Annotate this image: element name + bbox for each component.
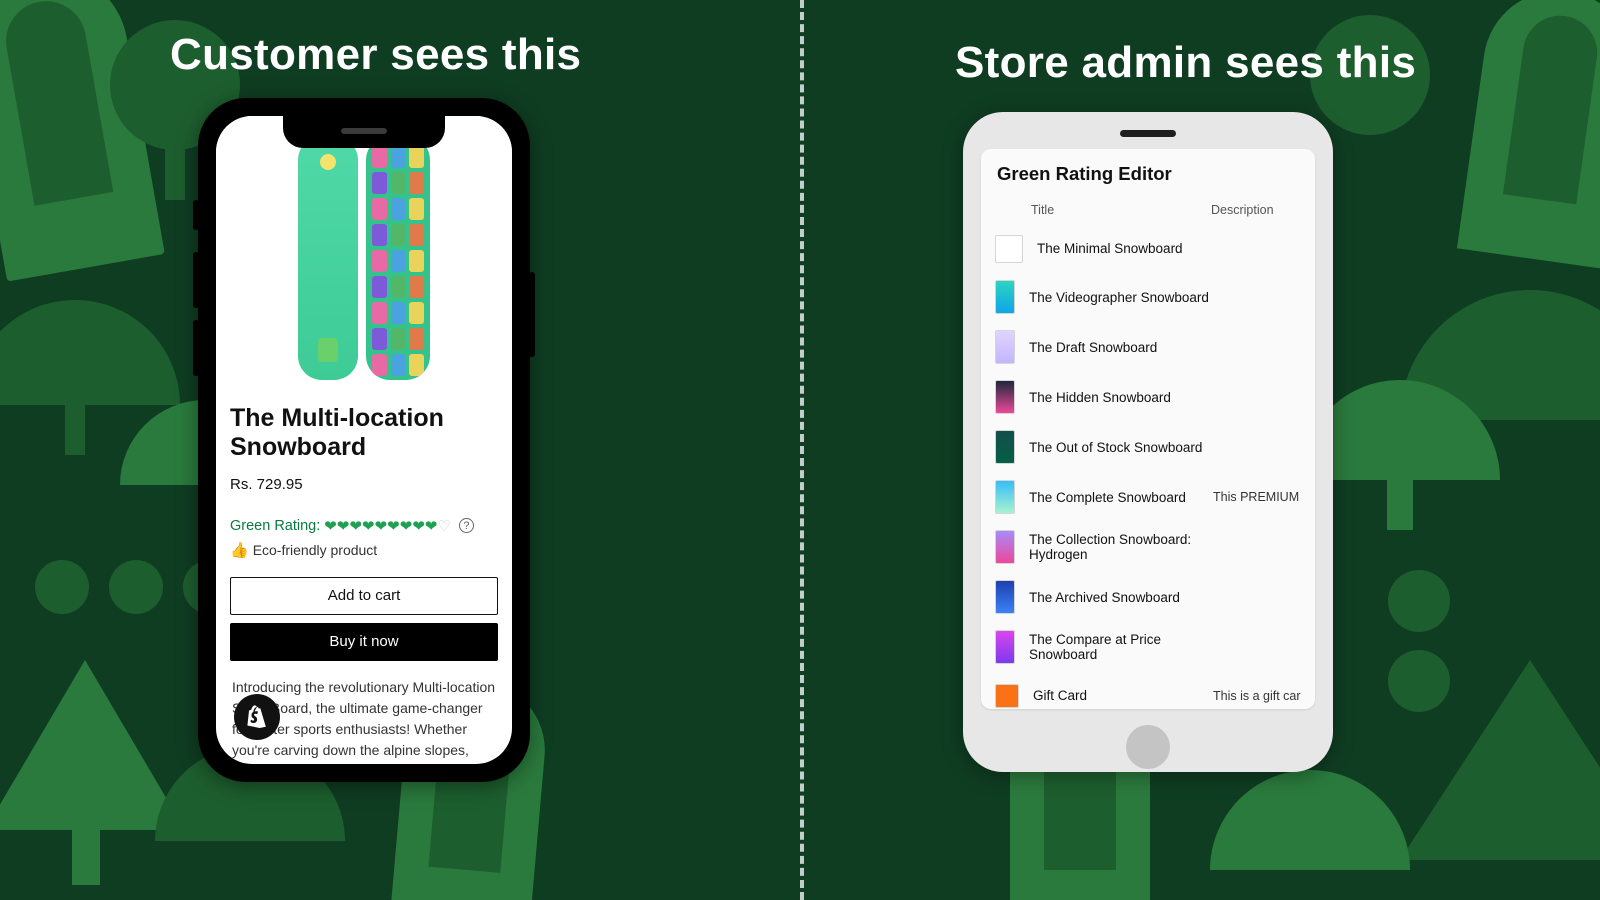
- row-title: Gift Card: [1033, 688, 1213, 703]
- product-thumbnail: [995, 380, 1015, 414]
- heart-filled-icon: ❤: [349, 518, 362, 535]
- heart-filled-icon: ❤: [387, 518, 400, 535]
- row-title: The Draft Snowboard: [1029, 340, 1213, 355]
- add-to-cart-button[interactable]: Add to cart: [230, 577, 498, 615]
- buy-now-button[interactable]: Buy it now: [230, 623, 498, 661]
- row-title: The Compare at Price Snowboard: [1029, 632, 1213, 662]
- table-row[interactable]: The Collection Snowboard: Hydrogen: [981, 522, 1315, 572]
- phone-mute-switch: [193, 200, 199, 230]
- vertical-divider: [800, 0, 804, 900]
- heart-filled-icon: ❤: [400, 518, 413, 535]
- heart-empty-icon: ♡: [437, 518, 450, 535]
- phone-home-button[interactable]: [1126, 725, 1170, 769]
- eco-friendly-badge: 👍 Eco-friendly product: [230, 541, 498, 559]
- col-description: Description: [1211, 203, 1299, 217]
- row-description: This is a gift card f: [1213, 689, 1301, 703]
- product-thumbnail: [995, 530, 1015, 564]
- heart-filled-icon: ❤: [425, 518, 438, 535]
- phone-volume-up: [193, 252, 199, 308]
- shopify-fab-button[interactable]: [234, 694, 280, 740]
- bg-tree: [1400, 660, 1600, 860]
- bg-fan: [0, 300, 180, 405]
- green-rating-row: Green Rating: ❤❤❤❤❤❤❤❤❤♡ ?: [230, 517, 498, 535]
- product-thumbnail: [995, 235, 1023, 263]
- phone-power-button: [529, 272, 535, 357]
- phone-volume-down: [193, 320, 199, 376]
- bg-fan: [1400, 290, 1600, 420]
- row-title: The Out of Stock Snowboard: [1029, 440, 1213, 455]
- bg-fan: [1210, 770, 1410, 870]
- admin-heading: Store admin sees this: [955, 38, 1416, 88]
- row-title: The Collection Snowboard: Hydrogen: [1029, 532, 1213, 562]
- table-row[interactable]: The Videographer Snowboard: [981, 272, 1315, 322]
- thumbs-up-icon: 👍: [230, 541, 249, 559]
- customer-heading: Customer sees this: [170, 30, 581, 80]
- row-description: This PREMIUM sno: [1213, 490, 1301, 504]
- phone-speaker: [1120, 130, 1176, 137]
- row-title: The Archived Snowboard: [1029, 590, 1213, 605]
- bg-leaf: [0, 0, 165, 282]
- row-title: The Videographer Snowboard: [1029, 290, 1213, 305]
- bg-tree: [0, 660, 185, 830]
- product-image-area[interactable]: [216, 116, 512, 390]
- bg-dots: [1388, 570, 1450, 712]
- table-row[interactable]: Gift CardThis is a gift card f: [981, 672, 1315, 709]
- rating-label: Green Rating:: [230, 518, 320, 534]
- heart-filled-icon: ❤: [375, 518, 388, 535]
- product-image-front: [298, 136, 358, 380]
- table-row[interactable]: The Complete SnowboardThis PREMIUM sno: [981, 472, 1315, 522]
- product-price: Rs. 729.95: [230, 476, 498, 493]
- product-thumbnail: [995, 580, 1015, 614]
- product-thumbnail: [995, 480, 1015, 514]
- row-title: The Complete Snowboard: [1029, 490, 1213, 505]
- heart-filled-icon: ❤: [362, 518, 375, 535]
- product-thumbnail: [995, 280, 1015, 314]
- heart-filled-icon: ❤: [337, 518, 350, 535]
- customer-screen: The Multi-location Snowboard Rs. 729.95 …: [216, 116, 512, 764]
- product-thumbnail: [995, 630, 1015, 664]
- bg-leaf: [1457, 0, 1600, 269]
- eco-label: Eco-friendly product: [253, 542, 378, 558]
- col-title: Title: [1031, 203, 1211, 217]
- product-thumbnail: [995, 430, 1015, 464]
- product-thumbnail: [995, 684, 1019, 708]
- phone-notch: [283, 114, 445, 148]
- table-row[interactable]: The Hidden Snowboard: [981, 372, 1315, 422]
- table-row[interactable]: The Archived Snowboard: [981, 572, 1315, 622]
- product-thumbnail: [995, 330, 1015, 364]
- admin-page-title: Green Rating Editor: [981, 149, 1315, 199]
- table-row[interactable]: The Compare at Price Snowboard: [981, 622, 1315, 672]
- customer-phone-frame: The Multi-location Snowboard Rs. 729.95 …: [198, 98, 530, 782]
- admin-phone-frame: Green Rating Editor Title Description Th…: [963, 112, 1333, 772]
- heart-filled-icon: ❤: [412, 518, 425, 535]
- product-title: The Multi-location Snowboard: [230, 404, 498, 462]
- table-row[interactable]: The Draft Snowboard: [981, 322, 1315, 372]
- bg-trunk: [72, 825, 100, 885]
- info-icon[interactable]: ?: [459, 518, 474, 533]
- table-row[interactable]: The Minimal Snowboard: [981, 225, 1315, 272]
- admin-screen: Green Rating Editor Title Description Th…: [981, 149, 1315, 709]
- row-title: The Minimal Snowboard: [1037, 241, 1213, 256]
- table-row[interactable]: The Out of Stock Snowboard: [981, 422, 1315, 472]
- row-title: The Hidden Snowboard: [1029, 390, 1213, 405]
- product-image-back: [366, 136, 430, 380]
- table-header: Title Description: [981, 199, 1315, 225]
- shopify-icon: [245, 705, 269, 729]
- table-body: The Minimal Snowboard The Videographer Sn…: [981, 225, 1315, 709]
- heart-filled-icon: ❤: [324, 518, 337, 535]
